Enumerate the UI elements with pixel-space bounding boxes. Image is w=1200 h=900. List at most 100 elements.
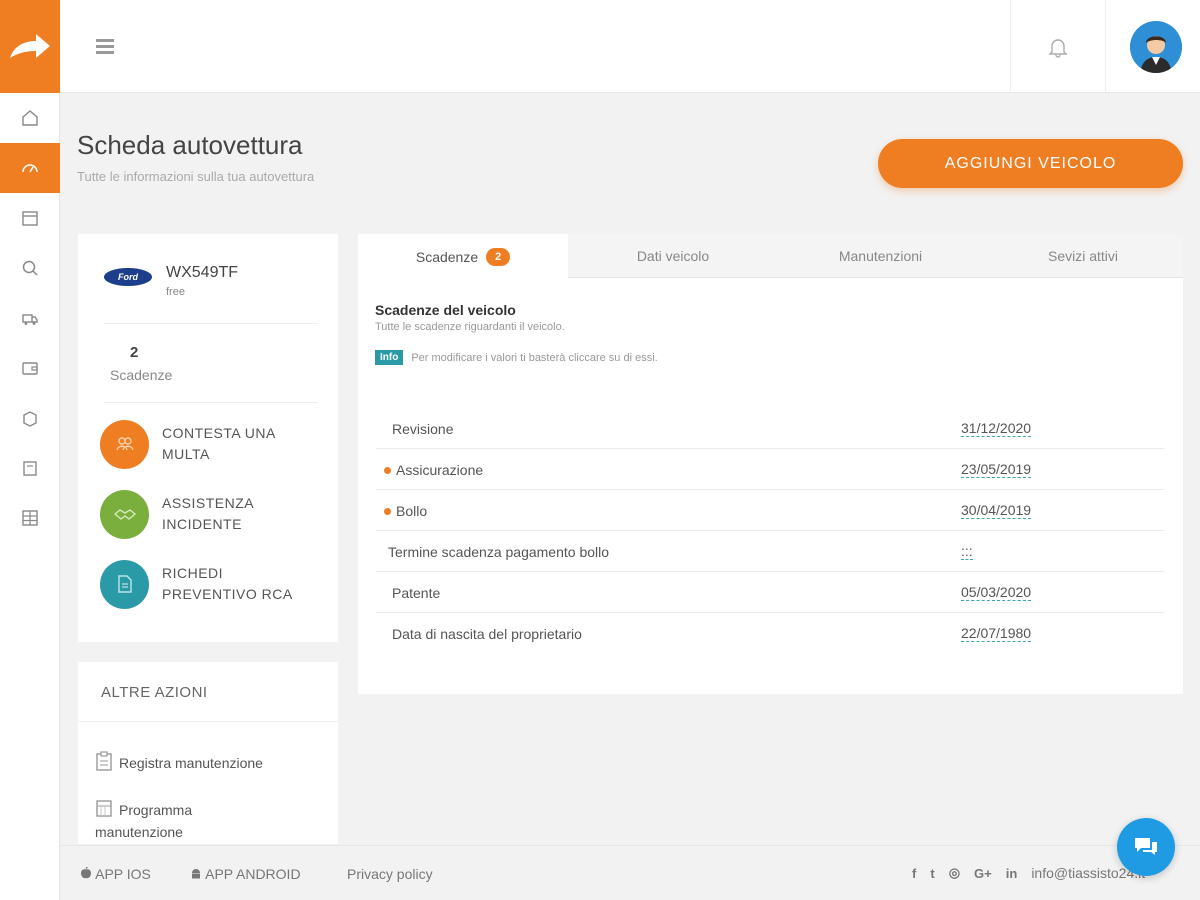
tab-bar: Scadenze 2 Dati veicolo Manutenzioni Sev… <box>358 234 1183 279</box>
note-icon <box>23 461 37 476</box>
sidebar-item-box[interactable] <box>0 393 60 443</box>
truck-icon <box>22 314 38 325</box>
chat-button[interactable] <box>1117 818 1175 876</box>
instagram-icon[interactable]: ◎ <box>949 865 960 881</box>
info-hint: Info Per modificare i valori ti basterà … <box>375 350 658 365</box>
action-label: CONTESTA UNA MULTA <box>162 425 276 462</box>
topbar <box>60 0 1200 93</box>
accident-assistance-action[interactable]: ASSISTENZA INCIDENTE <box>100 489 330 539</box>
table-row: Revisione 31/12/2020 <box>376 408 1164 449</box>
deadline-value[interactable]: 22/07/1980 <box>961 626 1032 642</box>
deadline-value[interactable]: 23/05/2019 <box>961 462 1032 478</box>
linkedin-icon[interactable]: in <box>1006 866 1018 881</box>
app-ios-label: APP IOS <box>95 866 151 882</box>
vehicle-card: Ford WX549TF free 2 Scadenze CONTESTA UN… <box>78 234 338 642</box>
tab-dati-veicolo[interactable]: Dati veicolo <box>568 234 778 278</box>
notifications-button[interactable] <box>1010 0 1106 93</box>
twitter-icon[interactable]: t <box>930 866 934 881</box>
sidebar-item-truck[interactable] <box>0 293 60 343</box>
sidebar-item-calendar[interactable] <box>0 193 60 243</box>
document-icon <box>100 559 149 609</box>
privacy-policy-link[interactable]: Privacy policy <box>347 866 433 882</box>
vehicle-plate: WX549TF <box>166 264 239 281</box>
deadline-label: Data di nascita del proprietario <box>392 626 582 642</box>
deadline-value[interactable]: 31/12/2020 <box>961 421 1032 437</box>
divider <box>104 323 318 324</box>
tab-label: Manutenzioni <box>838 248 923 264</box>
arrow-forward-icon <box>10 33 50 58</box>
sidebar-item-notes[interactable] <box>0 443 60 493</box>
vehicle-details-panel: Scadenze 2 Dati veicolo Manutenzioni Sev… <box>358 234 1183 694</box>
sidebar-item-wallet[interactable] <box>0 343 60 393</box>
google-plus-icon[interactable]: G+ <box>974 866 992 881</box>
divider <box>78 721 338 722</box>
deadlines-table: Revisione 31/12/2020 Assicurazione 23/05… <box>376 408 1164 654</box>
clipboard-icon <box>96 751 112 771</box>
deadline-value[interactable]: 05/03/2020 <box>961 585 1032 601</box>
sidebar <box>0 0 60 900</box>
contest-fine-action[interactable]: CONTESTA UNA MULTA <box>100 419 330 469</box>
deadline-value[interactable]: ::: <box>961 544 973 560</box>
avatar[interactable] <box>1130 21 1182 73</box>
menu-button[interactable] <box>94 36 118 58</box>
add-vehicle-button[interactable]: AGGIUNGI VEICOLO <box>878 139 1183 188</box>
other-action-label: Registra manutenzione <box>119 755 263 771</box>
apple-icon <box>81 866 91 879</box>
sidebar-item-grid[interactable] <box>0 493 60 543</box>
action-label: ASSISTENZA INCIDENTE <box>162 495 254 532</box>
schedule-maintenance-link[interactable]: Programma manutenzione <box>95 798 245 843</box>
section-subtitle: Tutte le scadenze riguardanti il veicolo… <box>375 321 565 333</box>
sidebar-item-home[interactable] <box>0 93 60 143</box>
tab-scadenze[interactable]: Scadenze 2 <box>358 234 568 279</box>
deadlines-label: Scadenze <box>110 367 173 383</box>
table-row: Patente 05/03/2020 <box>376 572 1164 613</box>
people-icon <box>100 419 149 469</box>
deadline-value[interactable]: 30/04/2019 <box>961 503 1032 519</box>
wallet-icon <box>22 362 38 375</box>
app-ios-link[interactable]: APP IOS <box>80 866 151 882</box>
bell-icon <box>1048 38 1068 58</box>
page-title: Scheda autovettura <box>77 130 303 160</box>
table-row: Bollo 30/04/2019 <box>376 490 1164 531</box>
app-android-link[interactable]: APP ANDROID <box>190 866 301 882</box>
menu-icon <box>96 39 114 54</box>
logo[interactable] <box>0 0 60 93</box>
tab-label: Dati veicolo <box>636 248 710 264</box>
sidebar-item-search[interactable] <box>0 243 60 293</box>
speedometer-icon <box>22 164 38 173</box>
info-badge: Info <box>375 350 404 365</box>
table-row: Assicurazione 23/05/2019 <box>376 449 1164 490</box>
tab-count-badge: 2 <box>486 247 511 266</box>
ford-logo: Ford <box>104 268 152 286</box>
social-links: f t ◎ G+ in info@tiassisto24.it <box>912 865 1145 881</box>
deadline-label: Revisione <box>392 421 454 437</box>
page-subtitle: Tutte le informazioni sulla tua autovett… <box>77 169 315 184</box>
vehicle-plan: free <box>166 286 185 298</box>
table-row: Data di nascita del proprietario 22/07/1… <box>376 613 1164 654</box>
facebook-icon[interactable]: f <box>912 866 916 881</box>
register-maintenance-link[interactable]: Registra manutenzione <box>95 751 325 774</box>
calendar-icon <box>96 800 112 817</box>
action-label: RICHEDI PREVENTIVO RCA <box>162 565 293 602</box>
section-title: Scadenze del veicolo <box>375 302 516 318</box>
chat-icon <box>1135 838 1157 855</box>
request-quote-action[interactable]: RICHEDI PREVENTIVO RCA <box>100 559 330 609</box>
deadline-label: Termine scadenza pagamento bollo <box>388 544 610 560</box>
tab-manutenzioni[interactable]: Manutenzioni <box>778 234 983 278</box>
sidebar-item-vehicle[interactable] <box>0 143 60 193</box>
grid-icon <box>22 510 38 526</box>
other-actions-title: ALTRE AZIONI <box>101 684 208 701</box>
deadlines-count: 2 <box>130 344 139 361</box>
deadline-label: Patente <box>392 585 441 601</box>
tab-servizi-attivi[interactable]: Sevizi attivi <box>983 234 1183 278</box>
deadline-label: Assicurazione <box>392 462 483 478</box>
other-actions-card: ALTRE AZIONI Registra manutenzione Progr… <box>78 662 338 844</box>
footer: APP IOS APP ANDROID Privacy policy f t ◎… <box>60 845 1200 900</box>
tab-label: Scadenze <box>415 248 479 265</box>
deadline-label: Bollo <box>392 503 427 519</box>
user-avatar-icon <box>1130 21 1182 73</box>
info-text: Per modificare i valori ti basterà clicc… <box>411 351 658 364</box>
table-row: Termine scadenza pagamento bollo ::: <box>376 531 1164 572</box>
search-icon <box>22 260 38 276</box>
android-icon <box>192 869 200 879</box>
